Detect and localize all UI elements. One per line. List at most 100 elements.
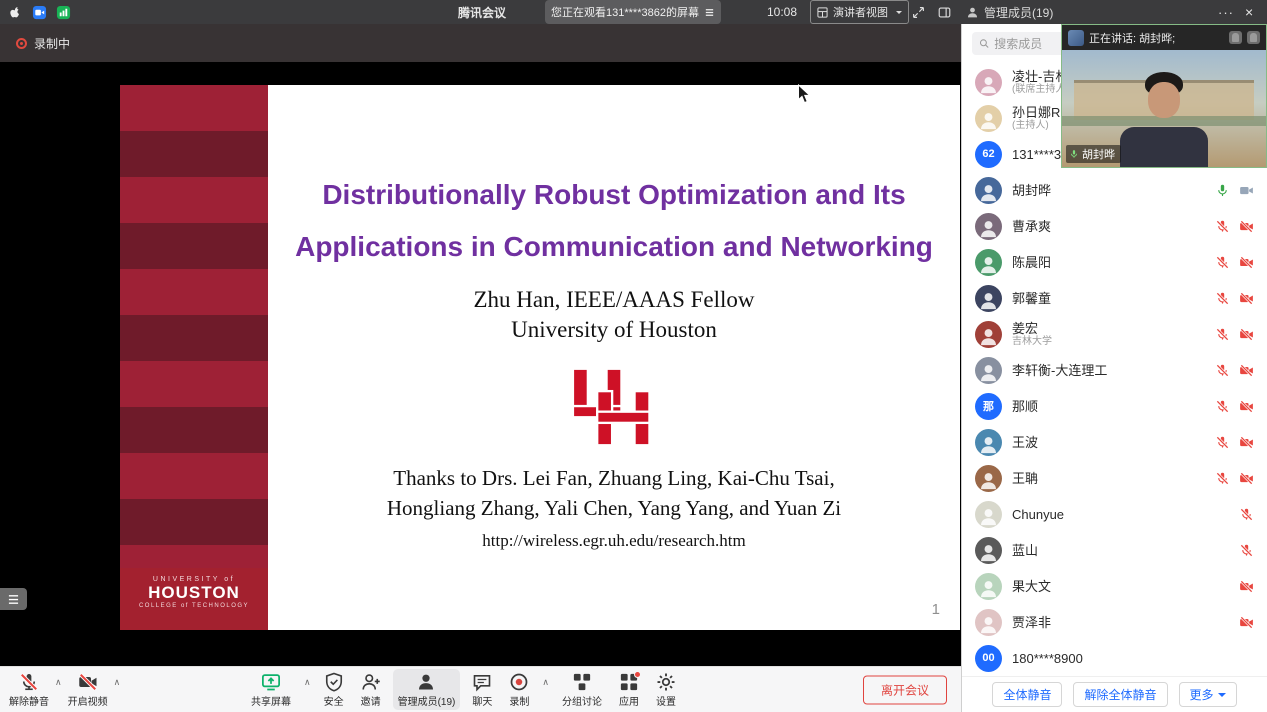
sidebar-toggle-icon[interactable] <box>938 0 951 24</box>
gear-icon <box>656 672 676 692</box>
member-row[interactable]: 贾泽非 <box>962 604 1267 640</box>
member-status-icons <box>1239 543 1254 558</box>
shared-screen-stage: UNIVERSITY of HOUSTON COLLEGE of TECHNOL… <box>0 62 961 666</box>
member-row[interactable]: 郭馨童 <box>962 280 1267 316</box>
avatar-person-icon <box>978 542 999 563</box>
member-status-icons <box>1215 291 1254 306</box>
mic-muted-icon[interactable] <box>1215 363 1230 378</box>
camera-off-icon[interactable] <box>1239 327 1254 342</box>
member-info: Chunyue <box>1012 507 1064 522</box>
toolbar-security[interactable]: 安全 <box>319 669 349 710</box>
more-button[interactable]: 更多 <box>1179 682 1237 707</box>
apple-menu-icon[interactable] <box>8 0 21 24</box>
toolbar-apps[interactable]: 应用 <box>614 669 644 710</box>
shield-icon <box>324 672 344 692</box>
member-info: 郭馨童 <box>1012 291 1051 306</box>
camera-off-icon[interactable] <box>1239 615 1254 630</box>
camera-off-icon[interactable] <box>1239 435 1254 450</box>
toolbar-unmute[interactable]: 解除静音 <box>4 669 54 710</box>
mic-muted-icon[interactable] <box>1215 327 1230 342</box>
mic-active-icon[interactable] <box>1215 183 1230 198</box>
avatar-person-icon <box>978 74 999 95</box>
panel-more-options-icon[interactable]: ··· <box>1218 0 1234 24</box>
mic-muted-icon[interactable] <box>1215 291 1230 306</box>
member-row[interactable]: 李轩衡-大连理工 <box>962 352 1267 388</box>
more-button-label: 更多 <box>1190 686 1214 703</box>
toolbar-share-screen[interactable]: 共享屏幕 <box>246 669 296 710</box>
member-row[interactable]: 曹承爽 <box>962 208 1267 244</box>
app-title[interactable]: 腾讯会议 <box>458 0 506 24</box>
member-row[interactable]: 果大文 <box>962 568 1267 604</box>
chart-app-icon[interactable] <box>56 0 71 24</box>
toolbar-item-label: 录制 <box>509 693 529 708</box>
camera-off-icon[interactable] <box>1239 471 1254 486</box>
toolbar-start-video[interactable]: 开启视频 <box>63 669 113 710</box>
avatar: 那 <box>975 393 1002 420</box>
slide-author-block: Zhu Han, IEEE/AAAS Fellow University of … <box>473 285 754 345</box>
member-status-icons <box>1215 327 1254 342</box>
member-row[interactable]: Chunyue <box>962 496 1267 532</box>
toolbar-manage-members[interactable]: 管理成员(19) <box>393 669 461 710</box>
camera-off-icon[interactable] <box>1239 399 1254 414</box>
toolbar-record[interactable]: 录制 <box>504 669 534 710</box>
mic-muted-icon[interactable] <box>1215 219 1230 234</box>
camera-off-icon[interactable] <box>1239 579 1254 594</box>
mic-muted-icon[interactable] <box>1215 399 1230 414</box>
avatar <box>975 213 1002 240</box>
avatar-person-icon <box>978 578 999 599</box>
member-row[interactable]: 王聃 <box>962 460 1267 496</box>
view-mode-selector[interactable]: 演讲者视图 <box>810 0 909 24</box>
slide-affiliation: University of Houston <box>473 315 754 345</box>
chevron-up-icon[interactable]: ∧ <box>303 677 312 688</box>
camera-off-icon[interactable] <box>1239 363 1254 378</box>
mic-muted-icon[interactable] <box>1239 543 1254 558</box>
meeting-app-icon[interactable] <box>32 0 47 24</box>
invite-icon <box>361 672 381 692</box>
speaker-video-thumbnail[interactable]: 正在讲话: 胡封晔; 胡封晔 <box>1061 24 1267 168</box>
members-panel-footer: 全体静音 解除全体静音 更多 <box>962 676 1267 712</box>
camera-icon[interactable] <box>1239 183 1254 198</box>
fullscreen-icon[interactable] <box>912 0 925 24</box>
mic-muted-icon[interactable] <box>1215 471 1230 486</box>
toolbar-settings[interactable]: 设置 <box>651 669 681 710</box>
camera-off-icon[interactable] <box>1239 255 1254 270</box>
speaker-name-badge: 胡封晔 <box>1066 145 1121 163</box>
applause-icon[interactable] <box>1247 31 1260 44</box>
toolbar-breakout[interactable]: 分组讨论 <box>557 669 607 710</box>
cam-off-icon <box>78 672 98 692</box>
mic-muted-icon[interactable] <box>1215 435 1230 450</box>
raise-hand-icon[interactable] <box>1229 31 1242 44</box>
camera-off-icon[interactable] <box>1239 219 1254 234</box>
leave-meeting-button[interactable]: 离开会议 <box>863 675 947 704</box>
member-row[interactable]: 蓝山 <box>962 532 1267 568</box>
toolbar-invite[interactable]: 邀请 <box>356 669 386 710</box>
menu-lines-icon[interactable] <box>704 7 715 18</box>
presentation-slide: UNIVERSITY of HOUSTON COLLEGE of TECHNOL… <box>120 85 960 630</box>
member-status-icons <box>1215 363 1254 378</box>
toolbar-chat[interactable]: 聊天 <box>467 669 497 710</box>
clock-time: 10:08 <box>767 0 797 24</box>
annotation-toolbar-tab[interactable] <box>0 588 27 610</box>
breakout-icon <box>572 672 592 692</box>
member-row[interactable]: 王波 <box>962 424 1267 460</box>
member-row[interactable]: 00180****8900 <box>962 640 1267 676</box>
member-row[interactable]: 姜宏吉林大学 <box>962 316 1267 352</box>
unmute-all-button[interactable]: 解除全体静音 <box>1073 682 1167 707</box>
member-row[interactable]: 那那顺 <box>962 388 1267 424</box>
member-info: 姜宏吉林大学 <box>1012 321 1052 348</box>
avatar <box>975 285 1002 312</box>
chevron-up-icon[interactable]: ∧ <box>113 677 122 688</box>
panel-close-icon[interactable]: × <box>1245 0 1253 24</box>
camera-off-icon[interactable] <box>1239 291 1254 306</box>
member-row[interactable]: 陈晨阳 <box>962 244 1267 280</box>
member-row[interactable]: 胡封晔 <box>962 172 1267 208</box>
mute-all-button[interactable]: 全体静音 <box>992 682 1062 707</box>
chevron-up-icon[interactable]: ∧ <box>541 677 550 688</box>
person-icon <box>966 6 979 19</box>
slide-url: http://wireless.egr.uh.edu/research.htm <box>482 531 745 551</box>
chevron-up-icon[interactable]: ∧ <box>54 677 63 688</box>
avatar-person-icon <box>978 110 999 131</box>
speaker-face <box>1148 82 1180 118</box>
mic-muted-icon[interactable] <box>1215 255 1230 270</box>
mic-muted-icon[interactable] <box>1239 507 1254 522</box>
